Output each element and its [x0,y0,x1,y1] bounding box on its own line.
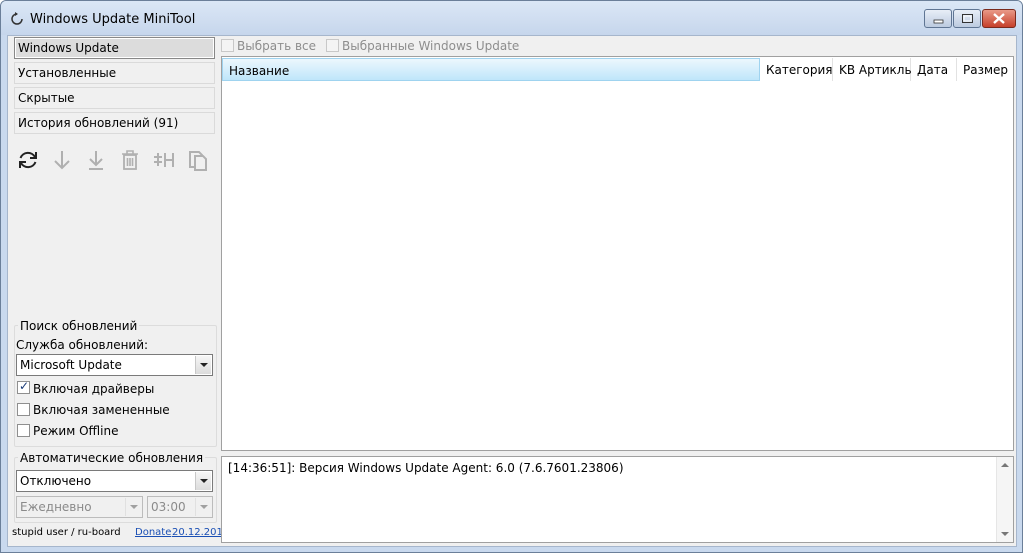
download-arrow-icon[interactable] [50,148,74,172]
service-label: Служба обновлений: [16,338,149,352]
title-bar: Windows Update MiniTool [1,1,1022,35]
refresh-icon[interactable] [16,148,40,172]
install-arrow-icon[interactable] [84,148,108,172]
auto-group-title: Автоматические обновления [18,451,206,465]
window-controls [923,9,1016,28]
author-credit: stupid user / ru-board [12,527,121,538]
offline-mode-checkbox[interactable] [17,424,30,437]
schedule-select[interactable]: Ежедневно [16,496,143,518]
sidebar-item-history[interactable]: История обновлений (91) [14,112,215,134]
sidebar-item-installed[interactable]: Установленные [14,62,215,84]
time-value: 03:00 [151,500,186,514]
chevron-down-icon[interactable] [195,498,211,516]
service-select-value: Microsoft Update [20,358,122,372]
auto-mode-value: Отключено [20,474,92,488]
window-title: Windows Update MiniTool [30,12,196,27]
scroll-down-arrow-icon[interactable] [1001,532,1009,536]
column-header-size[interactable]: Размер [957,58,1013,81]
minimize-icon [933,19,944,24]
search-group-title: Поиск обновлений [18,319,140,333]
donate-link[interactable]: Donate [135,527,171,538]
maximize-button[interactable] [953,9,981,28]
selected-wu-checkbox[interactable] [326,39,339,52]
offline-mode-label: Режим Offline [33,424,119,438]
chevron-down-icon[interactable] [195,472,211,490]
updates-table[interactable]: Название Категория KB Артикль Дата Разме… [221,56,1014,451]
include-drivers-label: Включая драйверы [33,382,155,396]
service-select[interactable]: Microsoft Update [16,354,213,376]
log-box[interactable]: [14:36:51]: Версия Windows Update Agent:… [221,456,1014,543]
scroll-up-arrow-icon[interactable] [1001,463,1009,467]
log-line: [14:36:51]: Версия Windows Update Agent:… [228,461,624,475]
column-header-category[interactable]: Категория [760,58,833,81]
app-window: Windows Update MiniTool Windows Update У… [0,0,1023,553]
copy-icon[interactable] [186,148,210,172]
column-header-kb[interactable]: KB Артикль [833,58,912,81]
auto-mode-select[interactable]: Отключено [16,470,213,492]
hide-icon[interactable] [152,148,176,172]
maximize-icon [962,14,973,23]
selected-wu-label: Выбранные Windows Update [342,39,520,53]
column-header-name[interactable]: Название [222,58,760,81]
close-button[interactable] [982,9,1016,28]
trash-icon[interactable] [118,148,142,172]
client-area: Windows Update Установленные Скрытые Ист… [7,35,1017,547]
column-header-date[interactable]: Дата [911,58,957,81]
chevron-down-icon[interactable] [195,356,211,374]
sidebar-item-windows-update[interactable]: Windows Update [14,37,215,59]
select-all-checkbox[interactable] [221,39,234,52]
include-drivers-checkbox[interactable] [17,379,30,394]
close-icon [993,13,1005,24]
include-superseded-label: Включая замененные [33,403,170,417]
include-superseded-checkbox[interactable] [17,403,30,416]
chevron-down-icon[interactable] [125,498,141,516]
refresh-app-icon [11,12,23,25]
schedule-value: Ежедневно [20,500,92,514]
select-all-label: Выбрать все [237,39,317,53]
minimize-button[interactable] [924,9,952,28]
time-select[interactable]: 03:00 [147,496,213,518]
log-scrollbar[interactable] [996,457,1013,542]
sidebar-item-hidden[interactable]: Скрытые [14,87,215,109]
